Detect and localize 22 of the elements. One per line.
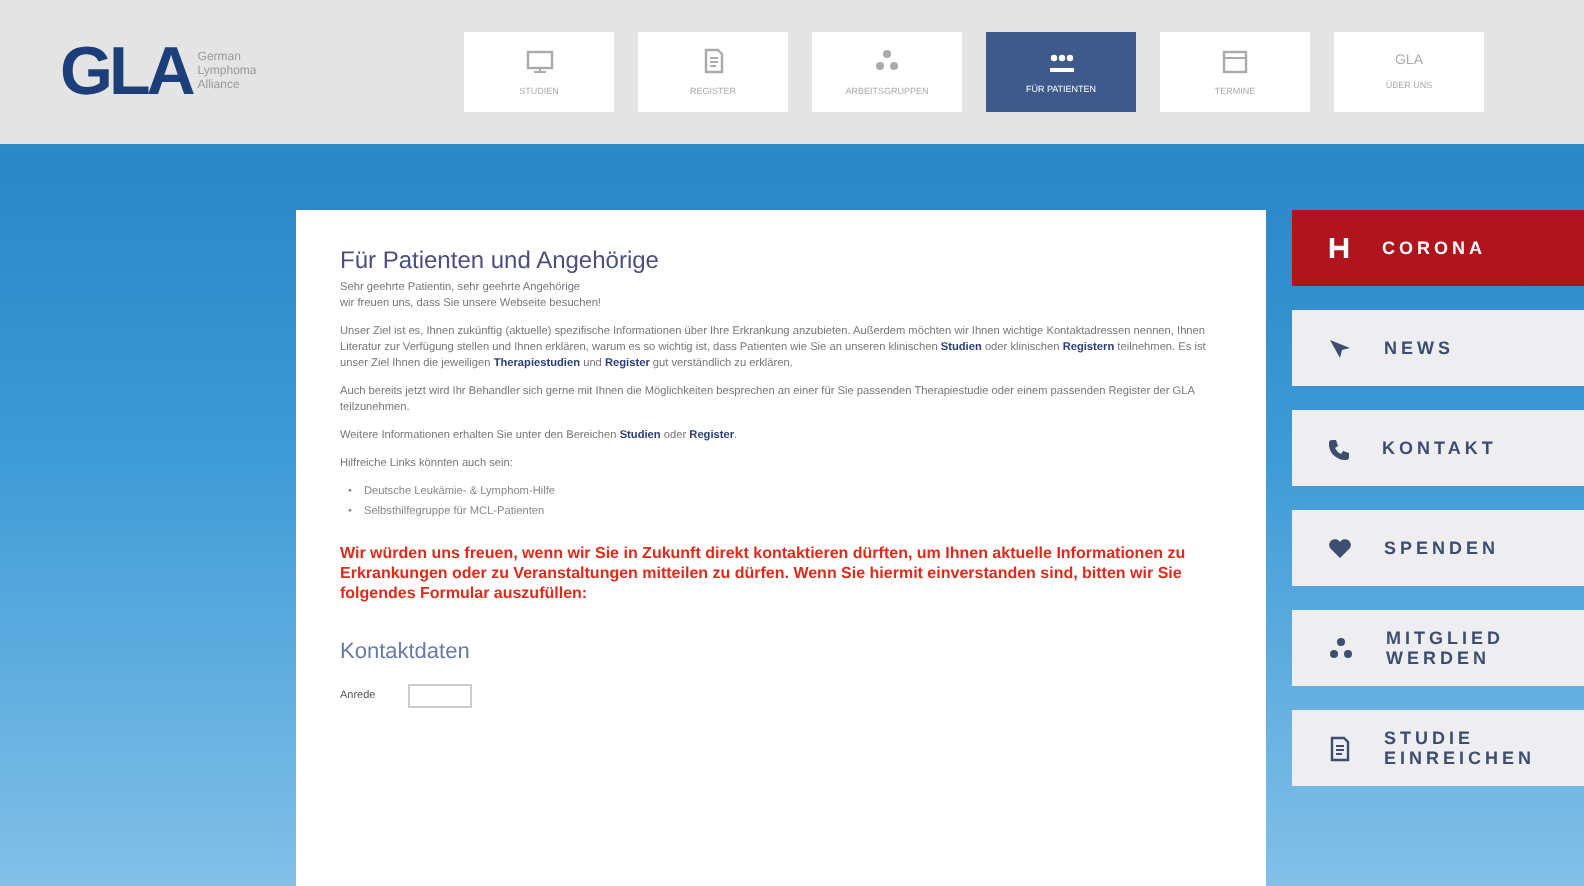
hospital-icon: [1328, 236, 1350, 260]
side-button[interactable]: STUDIE EINREICHEN: [1292, 710, 1584, 786]
monitor-icon: [525, 49, 553, 73]
section-title: Kontaktdaten: [340, 640, 472, 664]
side-button[interactable]: NEWS: [1292, 310, 1584, 386]
logo-mark[interactable]: GLA: [60, 38, 192, 106]
cursor-icon: [1328, 337, 1352, 359]
document-icon: [1328, 735, 1352, 761]
side-button[interactable]: SPENDEN: [1292, 510, 1584, 586]
notice-text: Wir würden uns freuen, wenn wir Sie in Zukunft direkt kontaktieren dürften, um Ihnen aktuelle Informationen zu Erkrankungen oder zu Veranstaltungen mitteilen zu dürfen. Wenn Sie hiermit einverstanden sind, bitten wir Sie folgendes Formular auszufüllen:: [340, 544, 1188, 604]
group-icon: [1047, 51, 1075, 71]
page-title: Für Patienten und Angehörige: [340, 246, 661, 274]
phone-icon: [1328, 437, 1350, 459]
salutation-select[interactable]: [407, 684, 472, 708]
heart-icon: [1328, 537, 1352, 559]
people-icon: [874, 48, 900, 74]
document-icon: [701, 48, 725, 74]
side-button[interactable]: MITGLIED WERDEN: [1292, 610, 1584, 686]
people-icon: [1328, 635, 1354, 661]
calendar-icon: [1222, 48, 1248, 74]
side-button[interactable]: CORONA: [1292, 210, 1584, 286]
side-button[interactable]: KONTAKT: [1292, 410, 1584, 486]
